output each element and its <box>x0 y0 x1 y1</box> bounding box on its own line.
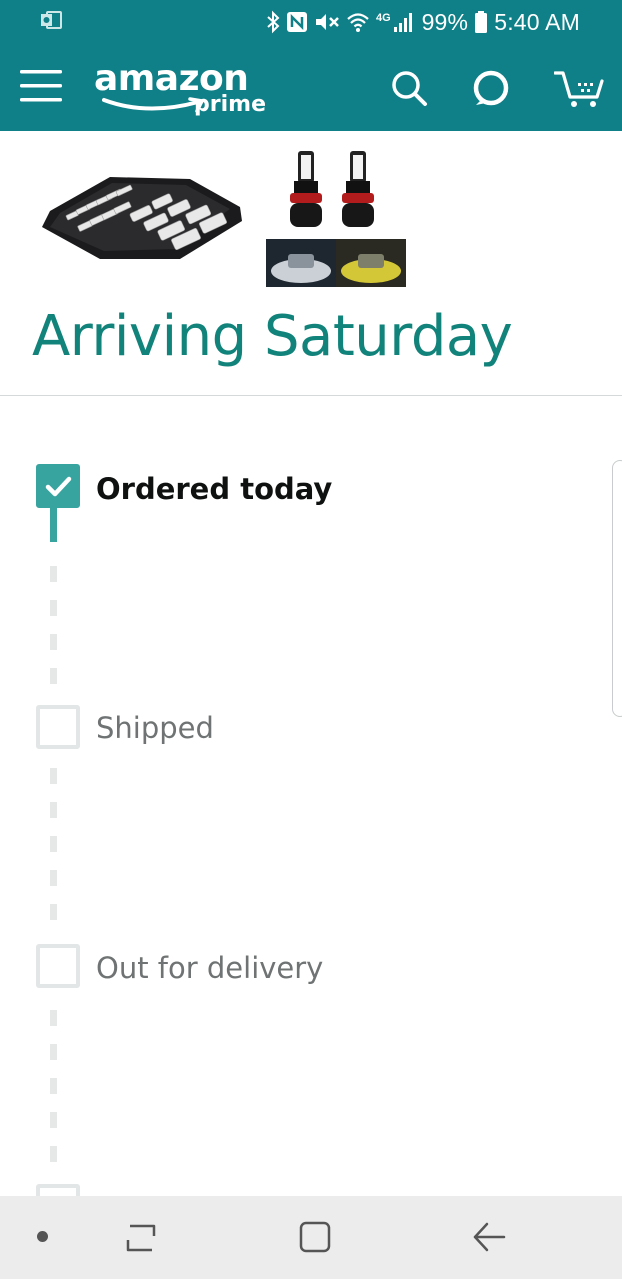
nfc-icon <box>286 12 307 32</box>
check-icon <box>45 476 72 497</box>
dot-icon[interactable] <box>37 1231 48 1242</box>
scrollbar-thumb[interactable] <box>612 460 622 717</box>
mute-icon <box>315 14 339 30</box>
system-nav-bar <box>0 1196 622 1279</box>
arrival-heading: Arriving Saturday <box>32 304 513 369</box>
menu-icon[interactable] <box>20 68 62 104</box>
battery-icon <box>475 11 488 33</box>
hex-bit-socket-set-image[interactable] <box>40 169 245 264</box>
progress-line <box>50 508 57 542</box>
status-bar: 4G 99% 5:40 AM <box>0 0 622 44</box>
signal-icon: 4G <box>376 12 412 32</box>
dashed-line-2 <box>50 768 57 938</box>
battery-percent: 99% <box>421 8 469 35</box>
logo-sub: prime <box>194 92 266 117</box>
recent-apps-icon[interactable] <box>124 1222 158 1254</box>
divider <box>0 395 622 396</box>
alexa-icon[interactable] <box>472 69 510 107</box>
step-shipped-checkbox <box>36 705 80 749</box>
home-icon[interactable] <box>298 1220 332 1254</box>
app-header: amazon prime <box>0 44 622 131</box>
step-ordered-label: Ordered today <box>96 472 333 506</box>
back-icon[interactable] <box>471 1220 507 1254</box>
amazon-prime-logo[interactable]: amazon prime <box>94 58 266 122</box>
wifi-icon <box>346 13 369 32</box>
step-out-for-delivery-label: Out for delivery <box>96 951 324 985</box>
network-type-label: 4G <box>376 12 391 24</box>
led-fog-light-bulbs-image[interactable] <box>266 149 406 289</box>
order-products <box>0 131 622 301</box>
bluetooth-icon <box>266 10 280 34</box>
cart-icon[interactable] <box>554 69 604 109</box>
outlook-icon <box>41 11 62 29</box>
step-out-for-delivery-checkbox <box>36 944 80 988</box>
clock: 5:40 AM <box>494 8 580 35</box>
step-ordered-checkbox <box>36 464 80 508</box>
step-shipped-label: Shipped <box>96 711 214 745</box>
status-icons: 4G 99% 5:40 AM <box>266 6 580 38</box>
search-icon[interactable] <box>389 68 429 108</box>
dashed-line-3 <box>50 1010 57 1180</box>
dashed-line-1 <box>50 566 57 702</box>
